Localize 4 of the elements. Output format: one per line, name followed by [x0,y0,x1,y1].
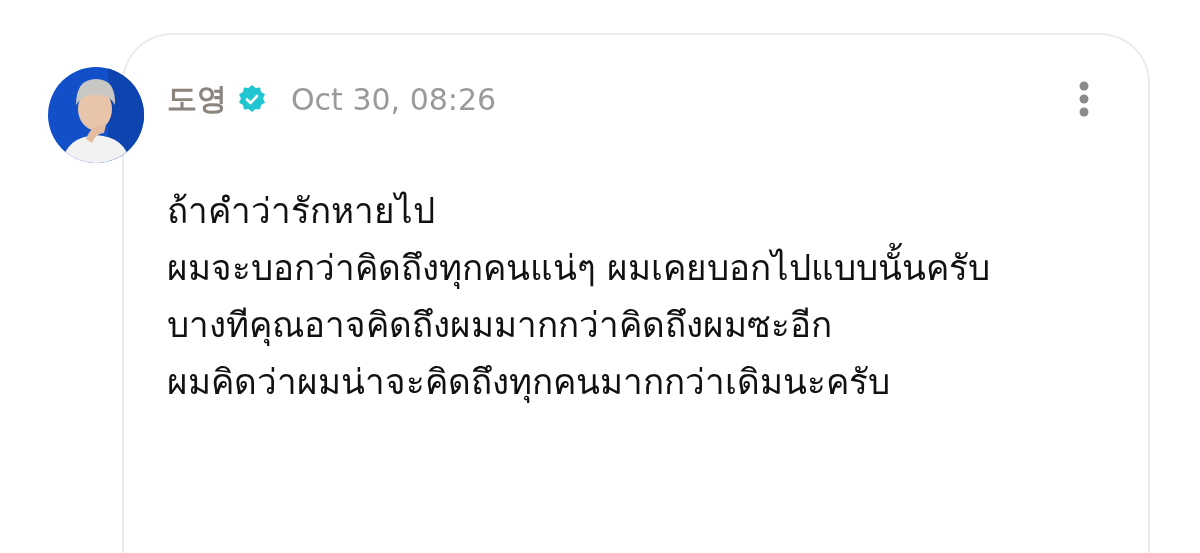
post-text: ถ้าคำว่ารักหายไป ผมจะบอกว่าคิดถึงทุกคนแน่ๆ ผมเคยบอกไปแบบนั้นครับ บางทีคุณอาจคิดถึงผมมากกว่าคิดถึงผมซะอีก ผมคิดว่าผมน่าจะคิดถึงทุกคนมากกว่าเดิมนะครับ [167,190,992,405]
post-time: Oct 30, 08:26 [291,81,497,117]
more-icon[interactable] [1078,81,1090,117]
author-name[interactable]: 도영 [167,78,227,120]
